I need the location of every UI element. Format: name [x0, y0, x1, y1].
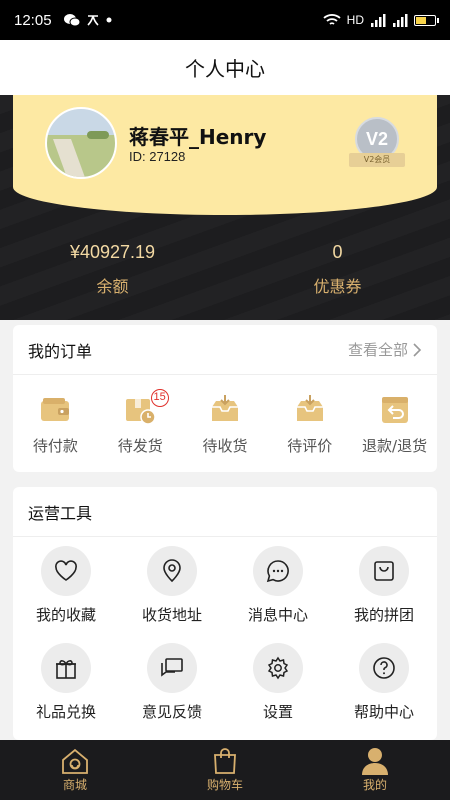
wechat-icon [63, 14, 80, 27]
balance-value: ¥40927.19 [69, 242, 156, 262]
user-icon [300, 746, 450, 776]
status-right: HD [323, 13, 439, 27]
dot-icon [106, 17, 112, 23]
page-title: 个人中心 [0, 40, 450, 95]
inbox-download-icon [209, 393, 241, 425]
tab-mine-label: 我的 [362, 778, 387, 792]
order-status-row: 待付款 15 待发货 待收货 待评价 退款/退货 [13, 375, 437, 456]
tool-favorites[interactable]: 我的收藏 [13, 546, 119, 643]
chevron-right-icon [413, 342, 422, 357]
view-all-orders-link[interactable]: 查看全部 [348, 339, 422, 360]
balance-label: 余额 [96, 277, 129, 296]
order-pending-receipt[interactable]: 待收货 [183, 393, 268, 456]
tool-help[interactable]: 帮助中心 [331, 643, 437, 740]
order-pending-receipt-label: 待收货 [202, 437, 248, 455]
feedback-icon [147, 643, 197, 693]
order-pending-ship[interactable]: 15 待发货 [98, 389, 183, 456]
status-time: 12:05 [14, 11, 52, 29]
coupon-stat[interactable]: 0 优惠券 [225, 242, 450, 297]
heart-icon [41, 546, 91, 596]
signal-icon [371, 14, 386, 27]
tool-messages-label: 消息中心 [247, 606, 308, 624]
profile-card[interactable]: 蒋春平_Henry ID: 27128 V2 V2会员 [13, 95, 437, 215]
tool-feedback[interactable]: 意见反馈 [119, 643, 225, 740]
vip-label: V2会员 [349, 153, 405, 167]
tools-title: 运营工具 [28, 503, 93, 523]
orders-title: 我的订单 [28, 341, 93, 361]
tools-card: 运营工具 我的收藏 收货地址 消息中心 我的拼团 礼品兑换 意见反馈 设置 帮助… [13, 487, 437, 740]
orders-header: 我的订单 查看全部 [13, 325, 437, 375]
tab-cart-label: 购物车 [206, 778, 243, 792]
network-label: HD [346, 13, 364, 27]
vip-badge[interactable]: V2 V2会员 [349, 117, 405, 173]
cart-bag-icon [150, 746, 300, 776]
tool-feedback-label: 意见反馈 [141, 703, 202, 721]
tools-header: 运营工具 [13, 487, 437, 537]
tab-mall-label: 商城 [62, 778, 87, 792]
tool-address[interactable]: 收货地址 [119, 546, 225, 643]
home-icon [0, 746, 150, 776]
notification-icons [63, 13, 112, 27]
tool-messages[interactable]: 消息中心 [225, 546, 331, 643]
tab-cart[interactable]: 购物车 [150, 740, 300, 800]
battery-icon [414, 14, 439, 26]
status-bar: 12:05 HD [0, 0, 450, 40]
tool-group-buy-label: 我的拼团 [353, 606, 414, 624]
tool-gift-exchange-label: 礼品兑换 [35, 703, 96, 721]
orders-card: 我的订单 查看全部 待付款 15 待发货 待收货 待评价 退款/退货 [13, 325, 437, 472]
tool-help-label: 帮助中心 [353, 703, 414, 721]
tab-mine[interactable]: 我的 [300, 740, 450, 800]
gear-icon [253, 643, 303, 693]
order-pending-payment[interactable]: 待付款 [13, 393, 98, 456]
gift-icon [41, 643, 91, 693]
order-refund-label: 退款/退货 [362, 437, 428, 455]
order-pending-payment-label: 待付款 [32, 437, 78, 455]
coupon-value: 0 [332, 242, 343, 262]
question-icon [359, 643, 409, 693]
tab-mall[interactable]: 商城 [0, 740, 150, 800]
return-icon [379, 393, 411, 425]
signal-icon-2 [393, 14, 408, 27]
wallet-icon [39, 393, 71, 425]
order-pending-ship-label: 待发货 [117, 437, 163, 455]
tool-gift-exchange[interactable]: 礼品兑换 [13, 643, 119, 740]
order-pending-review[interactable]: 待评价 [267, 393, 352, 456]
tool-group-buy[interactable]: 我的拼团 [331, 546, 437, 643]
avatar[interactable] [45, 107, 117, 179]
profile-area: 蒋春平_Henry ID: 27128 V2 V2会员 ¥40927.19 余额… [0, 95, 450, 320]
tools-grid: 我的收藏 收货地址 消息中心 我的拼团 礼品兑换 意见反馈 设置 帮助中心 [13, 537, 437, 740]
pending-ship-badge: 15 [150, 389, 169, 407]
view-all-label: 查看全部 [347, 341, 408, 359]
tool-settings[interactable]: 设置 [225, 643, 331, 740]
username: 蒋春平_Henry [129, 125, 267, 149]
chat-bubble-icon [253, 546, 303, 596]
tool-address-label: 收货地址 [141, 606, 202, 624]
order-refund[interactable]: 退款/退货 [352, 393, 437, 456]
tool-settings-label: 设置 [262, 703, 293, 721]
order-pending-review-label: 待评价 [287, 437, 333, 455]
wifi-icon [323, 14, 341, 25]
location-pin-icon [147, 546, 197, 596]
translate-icon [86, 15, 99, 26]
coupon-label: 优惠券 [313, 277, 362, 296]
user-id: ID: 27128 [129, 149, 186, 164]
tool-favorites-label: 我的收藏 [35, 606, 96, 624]
balance-stat[interactable]: ¥40927.19 余额 [0, 242, 225, 297]
bottom-tab-bar: 商城 购物车 我的 [0, 740, 450, 800]
stats-row: ¥40927.19 余额 0 优惠券 [0, 242, 450, 297]
review-box-icon [294, 393, 326, 425]
shopping-bag-icon [359, 546, 409, 596]
